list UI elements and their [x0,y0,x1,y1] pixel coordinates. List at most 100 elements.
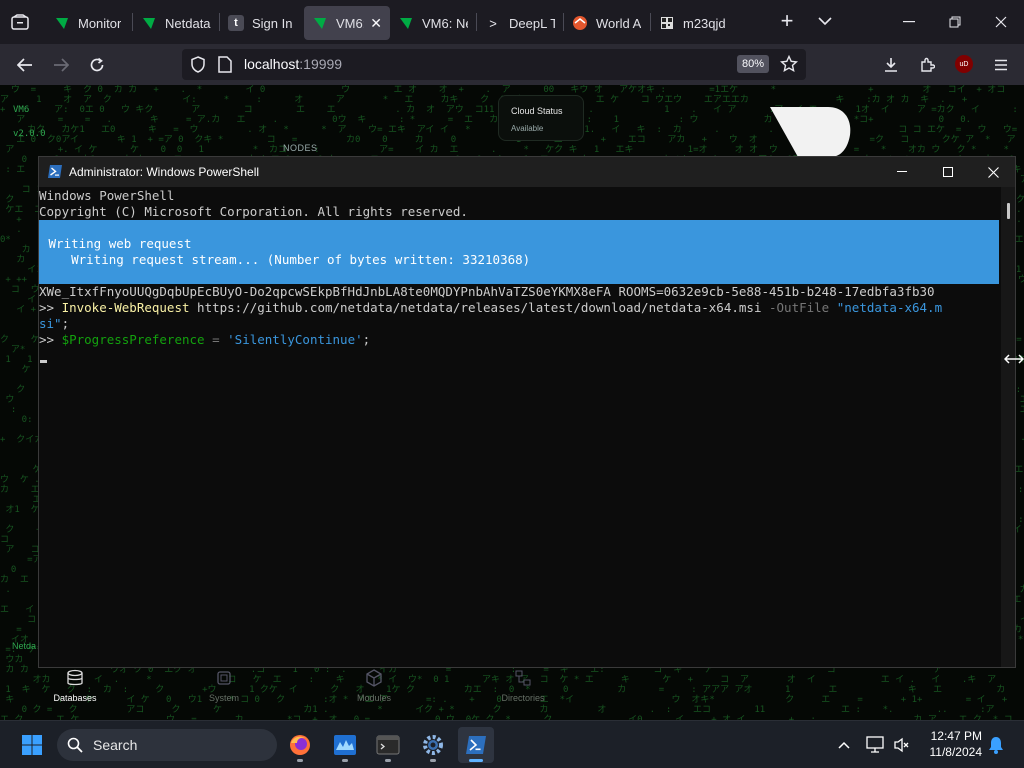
progress-pref-line: >> $ProgressPreference = 'SilentlyContin… [39,332,1001,348]
terminal-icon[interactable] [370,727,406,763]
tab-label: Monitor [78,15,122,31]
invoke-command-line: >> Invoke-WebRequest https://github.com/… [39,300,1001,316]
netdata-leaf-icon [312,15,328,31]
powershell-taskbar-icon[interactable] [458,727,494,763]
hamburger-menu-icon[interactable] [986,50,1016,80]
forward-arrow-icon[interactable] [46,50,76,80]
search-icon [67,737,83,758]
extensions-puzzle-icon[interactable] [912,50,942,80]
nav-label: Directories [501,693,545,703]
side-label: Netda [12,641,37,651]
string-value: 'SilentlyContinue' [227,332,363,347]
tab-netdata[interactable]: Netdata [133,6,219,40]
cmdlet-name: Invoke-WebRequest [61,300,190,315]
tab-sign-in[interactable]: t Sign In t [220,6,304,40]
ublock-icon[interactable]: uD [955,55,973,73]
semicolon: ; [61,316,70,331]
cmd-param: -OutFile [769,300,830,315]
nav-system[interactable]: System [184,667,264,703]
invoke-command-wrap: si"; [39,316,1001,332]
semicolon: ; [362,332,371,347]
tab-monitor[interactable]: Monitor [46,6,132,40]
new-tab-icon[interactable]: + [772,6,802,36]
volume-icon[interactable] [893,737,911,758]
powershell-title-bar[interactable]: Administrator: Windows PowerShell [39,157,1015,187]
tab-list: Monitor Netdata t Sign In t VM6: ✕ VM6: … [46,4,733,40]
system-clock[interactable]: 12:47 PM 11/8/2024 [920,728,983,760]
extension-badge-text: uD [959,60,969,68]
notification-bell-icon[interactable] [988,736,1004,759]
tab-label: World A [596,15,642,31]
close-tab-icon[interactable]: ✕ [370,15,382,32]
console-line: Windows PowerShell [39,188,175,203]
cmd-outfile: "netdata-x64.m [829,300,943,315]
page-icon[interactable] [218,56,232,78]
scrollbar-thumb[interactable] [1007,203,1010,219]
reload-icon[interactable] [82,50,112,80]
settings-gear-icon[interactable] [415,727,451,763]
url-text[interactable]: localhost:19999 [244,56,342,72]
search-placeholder: Search [93,737,138,753]
text-cursor [40,360,47,363]
tab-m23qjd[interactable]: m23qjd [651,6,733,40]
powershell-icon [47,164,63,184]
back-arrow-icon[interactable] [10,50,40,80]
progress-activity: Writing web request [41,236,192,251]
monitor-app-icon[interactable] [327,727,363,763]
tab-deepl[interactable]: > DeepL T [477,6,563,40]
url-bar[interactable]: localhost:19999 80% [182,49,806,80]
taskbar-search-box[interactable]: Search [57,729,277,761]
nav-databases[interactable]: Databases [35,667,115,703]
folder-tree-icon [483,667,563,689]
nav-modules[interactable]: Modules [334,667,414,703]
shield-icon[interactable] [190,56,206,78]
windows-start-icon[interactable] [14,727,50,763]
deepl-icon: > [489,15,497,31]
progress-banner: Writing web request Writing request stre… [39,220,999,284]
cloud-status-card[interactable]: Cloud Status Available [498,95,584,141]
agent-name: VM6 [13,105,30,115]
chevron-down-icon[interactable] [810,6,840,36]
minimize-icon[interactable] [886,4,932,40]
bottom-nav: Databases System Modules Directories [0,667,600,720]
tab-label: VM6: Ne [422,15,468,31]
variable: $ProgressPreference [61,332,205,347]
network-icon[interactable] [866,736,886,759]
tab-label: Sign In t [252,15,296,31]
zoom-level-badge[interactable]: 80% [737,55,770,73]
ps-maximize-icon[interactable] [925,157,971,187]
netdata-leaf-icon [141,15,157,31]
restore-icon[interactable] [932,4,978,40]
browser-nav-bar: localhost:19999 80% uD [0,44,1024,85]
close-window-icon[interactable] [978,4,1024,40]
database-icon [35,667,115,689]
operator: = [204,332,228,347]
star-icon[interactable] [779,54,799,78]
clock-date: 11/8/2024 [929,745,983,759]
tab-world[interactable]: World A [564,6,650,40]
console-scrollbar[interactable] [1001,187,1015,667]
tab-label: DeepL T [509,15,555,31]
resize-cursor-icon [1003,352,1024,370]
nodes-label: NODES [283,143,318,153]
netdata-leaf-icon [54,15,70,31]
tab-overview-icon[interactable] [0,2,40,42]
nav-label: System [208,693,239,703]
chevron-up-icon[interactable] [826,727,862,763]
cloud-status-value: Available [511,124,544,133]
tab-label: VM6: [336,15,365,31]
netdata-leaf-icon [398,15,414,31]
powershell-window[interactable]: Administrator: Windows PowerShell Window… [38,156,1016,668]
download-icon[interactable] [876,50,906,80]
ps-minimize-icon[interactable] [879,157,925,187]
tab-vm6-ne[interactable]: VM6: Ne [390,6,476,40]
chip-icon [184,667,264,689]
ps-close-icon[interactable] [970,157,1016,187]
nav-directories[interactable]: Directories [483,667,563,703]
firefox-icon[interactable] [282,727,318,763]
console-output[interactable]: Windows PowerShell Copyright (C) Microso… [39,187,1001,667]
tab-vm6-active[interactable]: VM6: ✕ [304,6,390,40]
progress-status: Writing request stream... (Number of byt… [41,252,531,267]
prompt: >> [39,332,62,347]
cmd-outfile-wrap: si" [39,316,62,331]
